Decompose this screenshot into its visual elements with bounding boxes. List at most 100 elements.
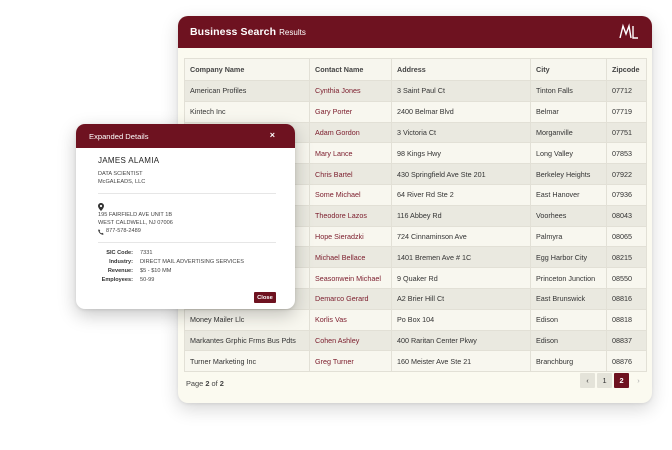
page-2-button[interactable]: 2: [614, 373, 629, 388]
company-cell: Kintech Inc: [184, 100, 310, 123]
address-cell: Po Box 104: [391, 308, 531, 331]
contact-cell[interactable]: Demarco Gerard: [309, 287, 392, 310]
phone-number[interactable]: 877-578-2489: [106, 228, 141, 234]
pagination-of: of: [211, 379, 218, 388]
pagination-summary: Page 2 of 2: [186, 379, 224, 388]
contact-cell[interactable]: Hope Sieradzki: [309, 225, 392, 248]
employees-label: Employees:: [101, 277, 133, 283]
column-header-company[interactable]: Company Name: [184, 58, 310, 81]
contact-cell[interactable]: Michael Bellace: [309, 246, 392, 269]
zipcode-cell: 07719: [606, 100, 647, 123]
sic-code-label: SIC Code:: [106, 250, 133, 256]
contact-cell[interactable]: Korlis Vas: [309, 308, 392, 331]
page-1-button[interactable]: 1: [597, 373, 612, 388]
pagination-total: 2: [219, 379, 224, 388]
close-button[interactable]: Close: [254, 292, 276, 303]
contact-cell[interactable]: Gary Porter: [309, 100, 392, 123]
employees-value: 50-99: [140, 277, 155, 283]
revenue-value: $5 - $10 MM: [140, 268, 172, 274]
address-cell: 64 River Rd Ste 2: [391, 183, 531, 206]
person-name: JAMES ALAMIA: [98, 156, 160, 165]
city-cell: Edison: [530, 308, 607, 331]
zipcode-cell: 08818: [606, 308, 647, 331]
details-title: Expanded Details: [89, 131, 149, 141]
column-header-zipcode[interactable]: Zipcode: [606, 58, 647, 81]
address-cell: 98 Kings Hwy: [391, 142, 531, 165]
address-cell: 400 Raritan Center Pkwy: [391, 329, 531, 352]
zipcode-cell: 08837: [606, 329, 647, 352]
company-cell: American Profiles: [184, 80, 310, 102]
sic-code-value: 7331: [140, 250, 153, 256]
pagination-prefix: Page: [186, 379, 204, 388]
contact-cell[interactable]: Seasonwein Michael: [309, 267, 392, 289]
next-page-button[interactable]: ›: [631, 373, 646, 388]
divider: [98, 242, 276, 243]
contact-cell[interactable]: Greg Turner: [309, 350, 392, 373]
contact-cell[interactable]: Theodore Lazos: [309, 204, 392, 227]
column-header-city[interactable]: City: [530, 58, 607, 81]
pagination-current: 2: [205, 379, 210, 388]
location-pin-icon: [98, 203, 104, 211]
zipcode-cell: 08043: [606, 204, 647, 227]
contact-cell[interactable]: Chris Bartel: [309, 163, 392, 185]
divider: [98, 193, 276, 194]
city-cell: Palmyra: [530, 225, 607, 248]
job-title: DATA SCIENTIST: [98, 171, 143, 177]
city-cell: East Hanover: [530, 183, 607, 206]
zipcode-cell: 08065: [606, 225, 647, 248]
zipcode-cell: 08876: [606, 350, 647, 373]
table-row[interactable]: Markantes Grphic Frms Bus Pdts Cohen Ashl…: [184, 329, 647, 352]
address-line-2: WEST CALDWELL, NJ 07006: [98, 220, 173, 226]
brand-logo-icon: [619, 23, 638, 39]
table-header-row: Company Name Contact Name Address City Z…: [184, 58, 647, 81]
address-cell: 160 Meister Ave Ste 21: [391, 350, 531, 373]
city-cell: Long Valley: [530, 142, 607, 165]
city-cell: Voorhees: [530, 204, 607, 227]
city-cell: Berkeley Heights: [530, 163, 607, 185]
revenue-label: Revenue:: [107, 268, 133, 274]
address-line-1: 195 FAIRFIELD AVE UNIT 1B: [98, 212, 173, 218]
zipcode-cell: 08215: [606, 246, 647, 269]
city-cell: Princeton Junction: [530, 267, 607, 289]
close-icon[interactable]: ×: [270, 130, 275, 140]
city-cell: Belmar: [530, 100, 607, 123]
prev-page-button[interactable]: ‹: [580, 373, 595, 388]
zipcode-cell: 07922: [606, 163, 647, 185]
zipcode-cell: 07853: [606, 142, 647, 165]
city-cell: East Brunswick: [530, 287, 607, 310]
city-cell: Egg Harbor City: [530, 246, 607, 269]
address-cell: 116 Abbey Rd: [391, 204, 531, 227]
table-row[interactable]: Money Mailer Llc Korlis Vas Po Box 104 Edis…: [184, 308, 647, 331]
company-cell: Turner Marketing Inc: [184, 350, 310, 373]
expanded-details-card: Expanded Details × JAMES ALAMIA DATA SCI…: [76, 124, 295, 309]
zipcode-cell: 07712: [606, 80, 647, 102]
column-header-contact[interactable]: Contact Name: [309, 58, 392, 81]
zipcode-cell: 08816: [606, 287, 647, 310]
address-cell: 430 Springfield Ave Ste 201: [391, 163, 531, 185]
city-cell: Edison: [530, 329, 607, 352]
address-cell: 3 Saint Paul Ct: [391, 80, 531, 102]
address-cell: 1401 Bremen Ave # 1C: [391, 246, 531, 269]
table-row[interactable]: Kintech Inc Gary Porter 2400 Belmar Blvd Be…: [184, 100, 647, 123]
contact-cell[interactable]: Mary Lance: [309, 142, 392, 165]
pagination-controls: ‹ 1 2 ›: [580, 373, 646, 388]
industry-label: Industry:: [109, 259, 133, 265]
address-cell: 2400 Belmar Blvd: [391, 100, 531, 123]
table-row[interactable]: American Profiles Cynthia Jones 3 Saint Pa…: [184, 80, 647, 102]
details-header: Expanded Details: [76, 124, 295, 148]
table-row[interactable]: Turner Marketing Inc Greg Turner 160 Meist…: [184, 350, 647, 373]
industry-value: DIRECT MAIL ADVERTISING SERVICES: [140, 259, 244, 265]
address-cell: A2 Brier Hill Ct: [391, 287, 531, 310]
company-name: McGALEADS, LLC: [98, 179, 146, 185]
address-cell: 9 Quaker Rd: [391, 267, 531, 289]
city-cell: Tinton Falls: [530, 80, 607, 102]
column-header-address[interactable]: Address: [391, 58, 531, 81]
zipcode-cell: 07751: [606, 121, 647, 144]
contact-cell[interactable]: Adam Gordon: [309, 121, 392, 144]
contact-cell[interactable]: Cynthia Jones: [309, 80, 392, 102]
contact-cell[interactable]: Cohen Ashley: [309, 329, 392, 352]
city-cell: Morganville: [530, 121, 607, 144]
city-cell: Branchburg: [530, 350, 607, 373]
company-cell: Money Mailer Llc: [184, 308, 310, 331]
contact-cell[interactable]: Some Michael: [309, 183, 392, 206]
